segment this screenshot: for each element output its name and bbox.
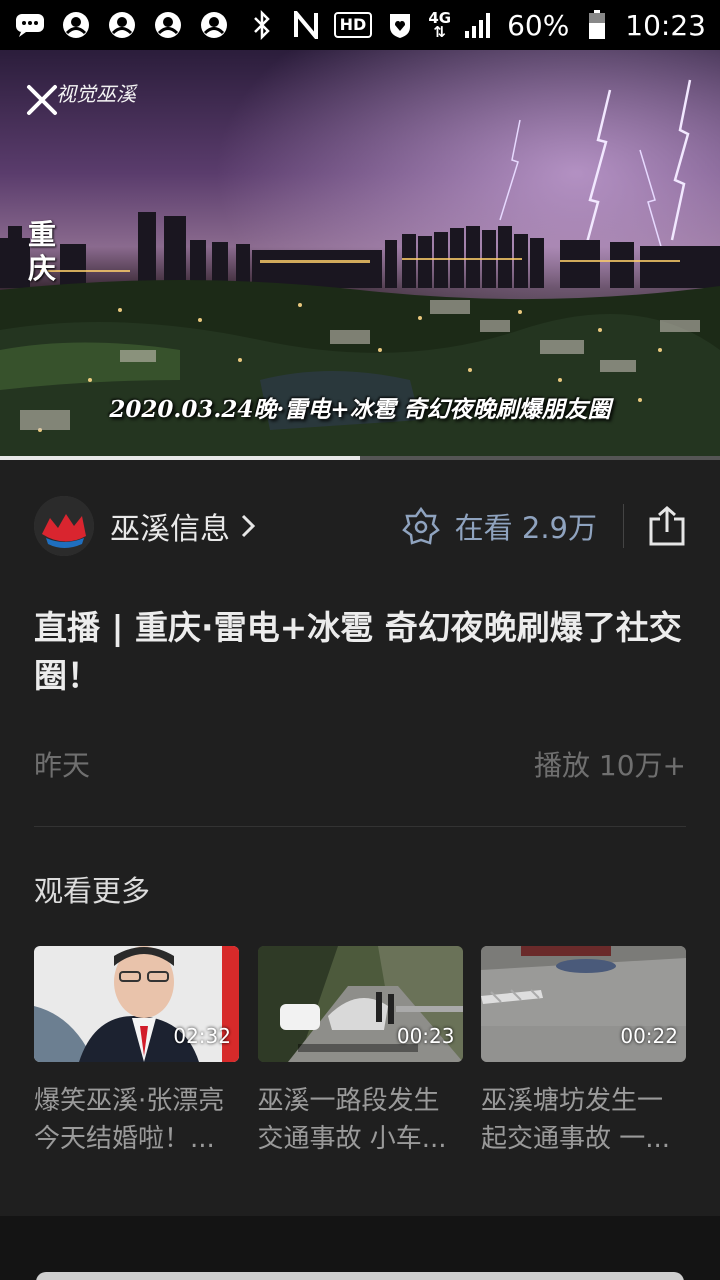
section-title-more: 观看更多: [34, 874, 151, 908]
related-video-title[interactable]: 巫溪一路段发生 交通事故 小车...: [258, 1082, 463, 1158]
divider: [34, 826, 686, 827]
publish-date: 昨天: [34, 749, 91, 782]
heart-shield-icon: [384, 9, 416, 41]
related-video-card[interactable]: 02:32 爆笑巫溪·张漂亮 今天结婚啦！...: [34, 946, 239, 1158]
hd-badge: HD: [333, 12, 373, 38]
video-duration: 02:32: [173, 1024, 231, 1048]
video-progress-bar[interactable]: [0, 456, 720, 460]
video-caption: 2020.03.24晚·雷电+冰雹 奇幻夜晚刷爆朋友圈: [109, 396, 611, 423]
message-icon: [14, 9, 46, 41]
video-player[interactable]: 视觉巫溪 重庆 2020.03.24晚·雷电+冰雹 奇幻夜晚刷爆朋友圈: [0, 50, 720, 460]
video-thumbnail[interactable]: 00:23: [257, 946, 463, 1062]
author-row: 巫溪信息 在看 2.9万: [34, 494, 686, 558]
notification-app-icon: [152, 9, 184, 41]
related-video-title[interactable]: 巫溪塘坊发生一 起交通事故 一...: [481, 1082, 686, 1158]
related-video-title[interactable]: 爆笑巫溪·张漂亮 今天结婚啦！...: [34, 1082, 239, 1158]
share-icon: [649, 506, 685, 546]
battery-percent: 60%: [507, 8, 570, 42]
channel-logo-icon: [34, 496, 94, 556]
battery-icon: [581, 9, 613, 41]
title-line: 巫溪塘坊发生一: [481, 1086, 664, 1116]
chevron-right-icon[interactable]: [240, 513, 256, 539]
watching-button[interactable]: 在看 2.9万: [401, 505, 597, 547]
title-line: 巫溪一路段发生: [257, 1086, 440, 1116]
title-line: 爆笑巫溪·张漂亮: [34, 1086, 225, 1116]
video-thumbnail[interactable]: 00:22: [481, 946, 686, 1062]
related-video-card[interactable]: 00:23 巫溪一路段发生 交通事故 小车...: [257, 946, 463, 1158]
author-name[interactable]: 巫溪信息: [110, 504, 230, 548]
signal-icon: [463, 9, 495, 41]
next-card-peek[interactable]: [36, 1272, 684, 1280]
video-city-label: 重庆: [28, 218, 57, 285]
watching-icon: [401, 506, 440, 545]
related-video-card[interactable]: 00:22 巫溪塘坊发生一 起交通事故 一...: [481, 946, 686, 1158]
play-count: 播放 10万+: [534, 749, 686, 782]
video-duration: 00:22: [620, 1024, 678, 1048]
video-duration: 00:23: [396, 1024, 455, 1048]
title-line: 起交通事故 一...: [481, 1124, 671, 1154]
title-line: 今天结婚啦！...: [34, 1124, 215, 1154]
video-thumbnail[interactable]: 02:32: [34, 946, 239, 1062]
notification-app-icon: [106, 9, 138, 41]
share-button[interactable]: [648, 505, 686, 547]
video-watermark: 视觉巫溪: [56, 82, 136, 106]
divider: [623, 504, 624, 548]
title-line: 交通事故 小车...: [257, 1124, 447, 1154]
watching-count: 在看 2.9万: [454, 511, 597, 545]
video-progress-fill: [0, 456, 360, 460]
notification-app-icon: [198, 9, 230, 41]
status-bar: HD 4G ⇅ 60% 10:23: [0, 0, 720, 50]
related-videos: 02:32 爆笑巫溪·张漂亮 今天结婚啦！... 00:23 巫溪一路段发生 交…: [34, 946, 686, 1158]
close-icon: [27, 85, 57, 115]
nfc-icon: [290, 9, 322, 41]
notification-app-icon: [60, 9, 92, 41]
clock: 10:23: [625, 8, 706, 42]
bluetooth-icon: [246, 9, 278, 41]
meta-row: 昨天 播放 10万+: [34, 744, 686, 784]
bottom-section: [0, 1216, 720, 1280]
avatar[interactable]: [34, 496, 94, 556]
page-title: 直播 | 重庆·雷电+冰雹 奇幻夜晚刷爆了社交圈！: [34, 608, 682, 695]
network-type: 4G ⇅: [428, 9, 452, 41]
